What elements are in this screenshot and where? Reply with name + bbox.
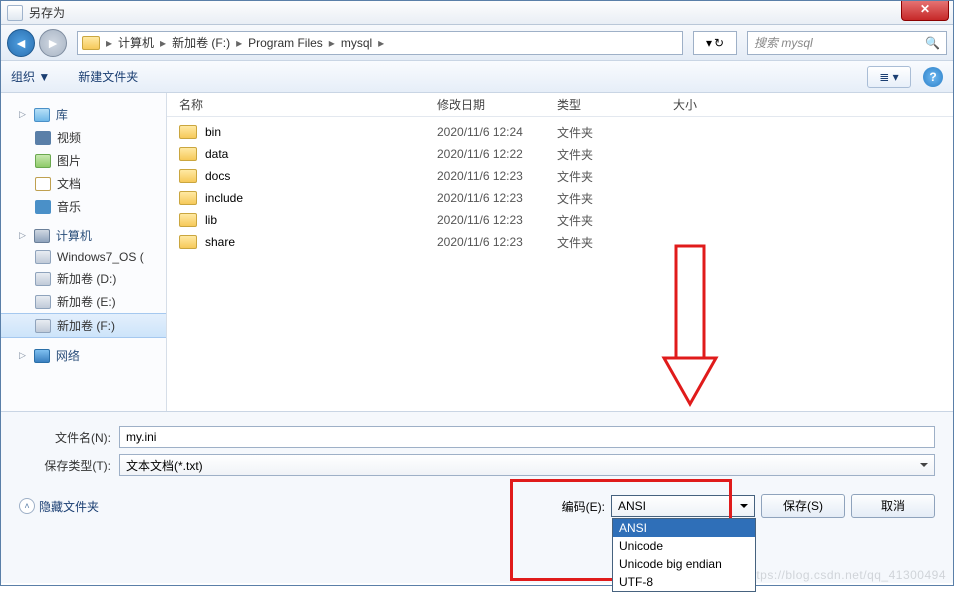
crumb-drive[interactable]: 新加卷 (F:) — [168, 34, 234, 51]
organize-button[interactable]: 组织 ▼ — [11, 68, 50, 85]
filename-label: 文件名(N): — [19, 429, 119, 446]
cancel-button[interactable]: 取消 — [851, 494, 935, 518]
search-icon: 🔍 — [925, 36, 940, 50]
file-list: bin2020/11/6 12:24文件夹data2020/11/6 12:22… — [167, 117, 953, 253]
back-button[interactable]: ◄ — [7, 29, 35, 57]
sidebar-network-head[interactable]: ▷网络 — [1, 344, 166, 367]
column-headers: 名称 修改日期 类型 大小 — [167, 93, 953, 117]
sidebar-item-drive-d[interactable]: 新加卷 (D:) — [1, 267, 166, 290]
folder-icon — [179, 191, 197, 205]
col-name[interactable]: 名称 — [179, 96, 437, 113]
sidebar-item-osdrive[interactable]: Windows7_OS ( — [1, 247, 166, 267]
forward-button[interactable]: ► — [39, 29, 67, 57]
hide-folders-toggle[interactable]: ˄ 隐藏文件夹 — [19, 498, 99, 515]
view-mode-button[interactable]: ≣ ▾ — [867, 66, 911, 88]
folder-icon — [179, 169, 197, 183]
crumb-progfiles[interactable]: Program Files — [244, 36, 327, 50]
folder-icon — [82, 36, 100, 50]
encoding-option[interactable]: Unicode — [613, 537, 755, 555]
window-title: 另存为 — [29, 4, 65, 21]
search-input[interactable]: 搜索 mysql 🔍 — [747, 31, 947, 55]
filename-input[interactable] — [119, 426, 935, 448]
sidebar-item-documents[interactable]: 文档 — [1, 172, 166, 195]
folder-icon — [179, 213, 197, 227]
col-size[interactable]: 大小 — [673, 96, 753, 113]
help-button[interactable]: ? — [923, 67, 943, 87]
folder-icon — [179, 125, 197, 139]
watermark: https://blog.csdn.net/qq_41300494 — [745, 568, 946, 582]
toolbar: 组织 ▼ 新建文件夹 ≣ ▾ ? — [1, 61, 953, 93]
savetype-combo[interactable]: 文本文档(*.txt) — [119, 454, 935, 476]
bottom-panel: 文件名(N): 保存类型(T): 文本文档(*.txt) ˄ 隐藏文件夹 编码(… — [1, 411, 953, 583]
savetype-label: 保存类型(T): — [19, 457, 119, 474]
new-folder-button[interactable]: 新建文件夹 — [78, 68, 138, 85]
sidebar-item-drive-e[interactable]: 新加卷 (E:) — [1, 290, 166, 313]
save-as-dialog: 另存为 ✕ ◄ ► ▸ 计算机 ▸ 新加卷 (F:) ▸ Program Fil… — [0, 0, 954, 586]
table-row[interactable]: include2020/11/6 12:23文件夹 — [167, 187, 953, 209]
encoding-option[interactable]: Unicode big endian — [613, 555, 755, 573]
sidebar-library-head[interactable]: ▷库 — [1, 103, 166, 126]
folder-icon — [179, 235, 197, 249]
crumb-mysql[interactable]: mysql — [337, 36, 376, 50]
encoding-combo[interactable]: ANSI ANSIUnicodeUnicode big endianUTF-8 — [611, 495, 755, 517]
table-row[interactable]: docs2020/11/6 12:23文件夹 — [167, 165, 953, 187]
table-row[interactable]: bin2020/11/6 12:24文件夹 — [167, 121, 953, 143]
close-button[interactable]: ✕ — [901, 1, 949, 21]
table-row[interactable]: share2020/11/6 12:23文件夹 — [167, 231, 953, 253]
table-row[interactable]: data2020/11/6 12:22文件夹 — [167, 143, 953, 165]
encoding-option[interactable]: ANSI — [613, 519, 755, 537]
sidebar-item-pictures[interactable]: 图片 — [1, 149, 166, 172]
chevron-up-icon: ˄ — [19, 498, 35, 514]
crumb-computer[interactable]: 计算机 — [114, 34, 158, 51]
file-pane: 名称 修改日期 类型 大小 bin2020/11/6 12:24文件夹data2… — [167, 93, 953, 411]
col-type[interactable]: 类型 — [557, 96, 673, 113]
sidebar: ▷库 视频 图片 文档 音乐 ▷计算机 Windows7_OS ( 新加卷 (D… — [1, 93, 167, 411]
save-button[interactable]: 保存(S) — [761, 494, 845, 518]
app-icon — [7, 5, 23, 21]
sidebar-computer-head[interactable]: ▷计算机 — [1, 224, 166, 247]
refresh-button[interactable]: ▾↻ — [693, 31, 737, 55]
folder-icon — [179, 147, 197, 161]
encoding-option[interactable]: UTF-8 — [613, 573, 755, 591]
col-date[interactable]: 修改日期 — [437, 96, 557, 113]
search-placeholder: 搜索 mysql — [754, 34, 813, 51]
encoding-dropdown: ANSIUnicodeUnicode big endianUTF-8 — [612, 518, 756, 592]
encoding-label: 编码(E): — [562, 498, 605, 515]
address-bar[interactable]: ▸ 计算机 ▸ 新加卷 (F:) ▸ Program Files ▸ mysql… — [77, 31, 683, 55]
titlebar: 另存为 ✕ — [1, 1, 953, 25]
sidebar-item-video[interactable]: 视频 — [1, 126, 166, 149]
sidebar-item-music[interactable]: 音乐 — [1, 195, 166, 218]
body-area: ▷库 视频 图片 文档 音乐 ▷计算机 Windows7_OS ( 新加卷 (D… — [1, 93, 953, 411]
sidebar-item-drive-f[interactable]: 新加卷 (F:) — [1, 313, 166, 338]
nav-row: ◄ ► ▸ 计算机 ▸ 新加卷 (F:) ▸ Program Files ▸ m… — [1, 25, 953, 61]
table-row[interactable]: lib2020/11/6 12:23文件夹 — [167, 209, 953, 231]
